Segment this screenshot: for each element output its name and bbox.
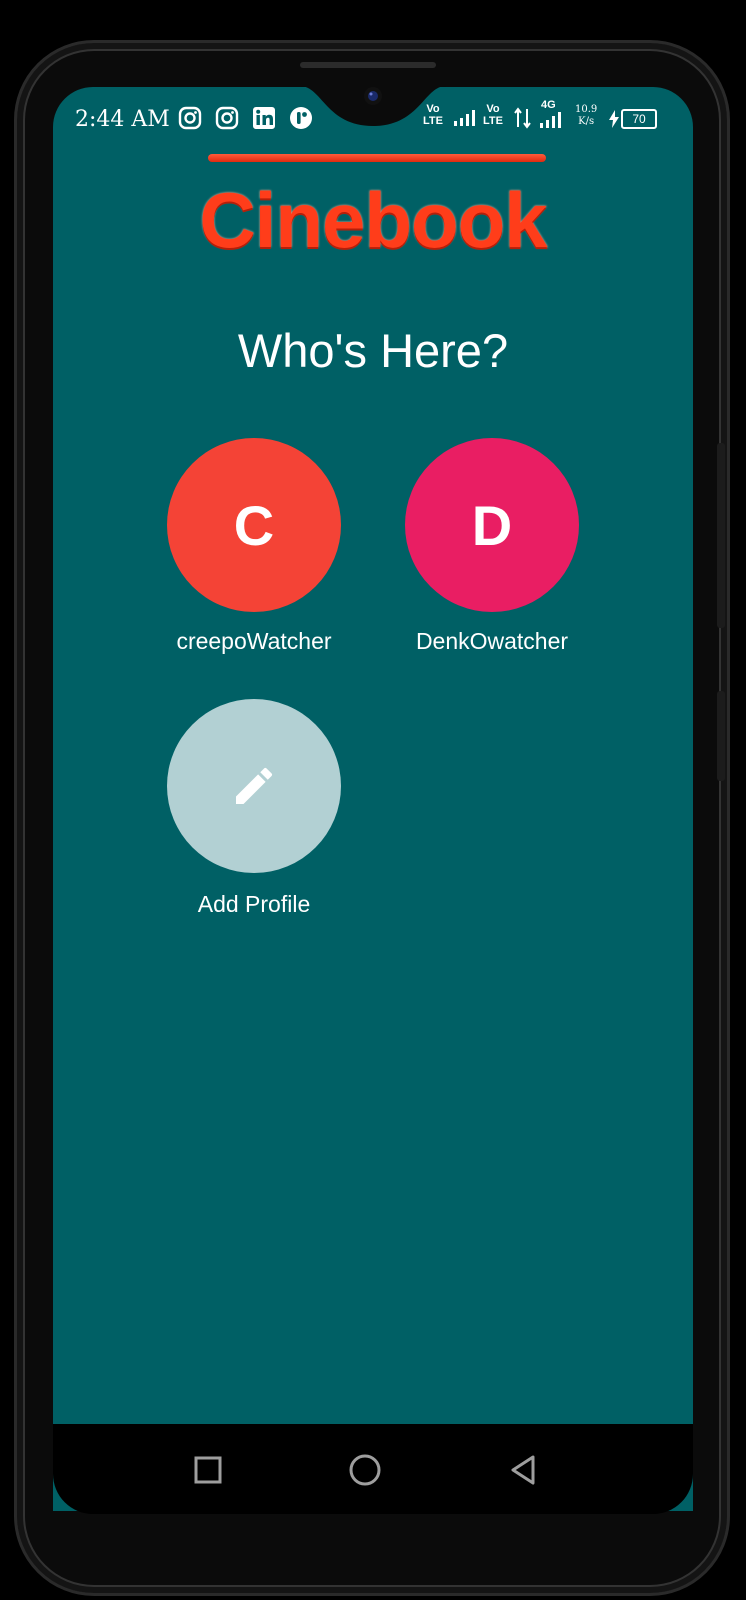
instagram-icon [178,106,202,130]
data-transfer-icon [514,107,531,129]
app-logo-text: Cinebook [199,176,547,264]
network-type: 4G [541,99,556,111]
add-profile-button[interactable] [167,699,341,873]
volte-indicator-2: Vo LTE [483,103,503,127]
profile-initial: C [233,493,275,557]
linkedin-icon [253,107,275,129]
battery-indicator: 70 [621,109,657,129]
profile-initial: D [471,493,513,557]
logo-underline [208,154,546,162]
net-speed-value: 10.9 [575,104,598,115]
signal-icon [454,110,475,126]
status-time: 2:44 AM [75,107,170,132]
camera-notch [300,68,446,126]
profile-name[interactable]: DenkOwatcher [372,628,612,655]
home-button[interactable] [349,1454,381,1486]
page-title: Who's Here? [237,324,509,377]
signal-icon-2 [540,112,561,128]
back-button[interactable] [509,1454,537,1486]
navigation-bar [53,1424,693,1514]
app-logo: Cinebook [53,175,693,266]
profile-avatar[interactable]: D [405,438,579,612]
volume-button [717,443,725,628]
net-speed-unit: K/s [578,116,595,127]
instagram-icon [215,106,239,130]
pencil-icon [236,767,273,804]
net-speed: 10.9 K/s [575,104,597,128]
add-profile-label[interactable]: Add Profile [134,891,374,918]
power-button [717,691,725,781]
profile-avatar[interactable]: C [167,438,341,612]
app-screen: 2:44 AM Vo LTE Vo LTE 4G 10.9 K/s 70 Cin… [53,87,693,1511]
charging-icon [609,110,619,128]
profile-name[interactable]: creepoWatcher [134,628,374,655]
recents-button[interactable] [194,1456,222,1484]
